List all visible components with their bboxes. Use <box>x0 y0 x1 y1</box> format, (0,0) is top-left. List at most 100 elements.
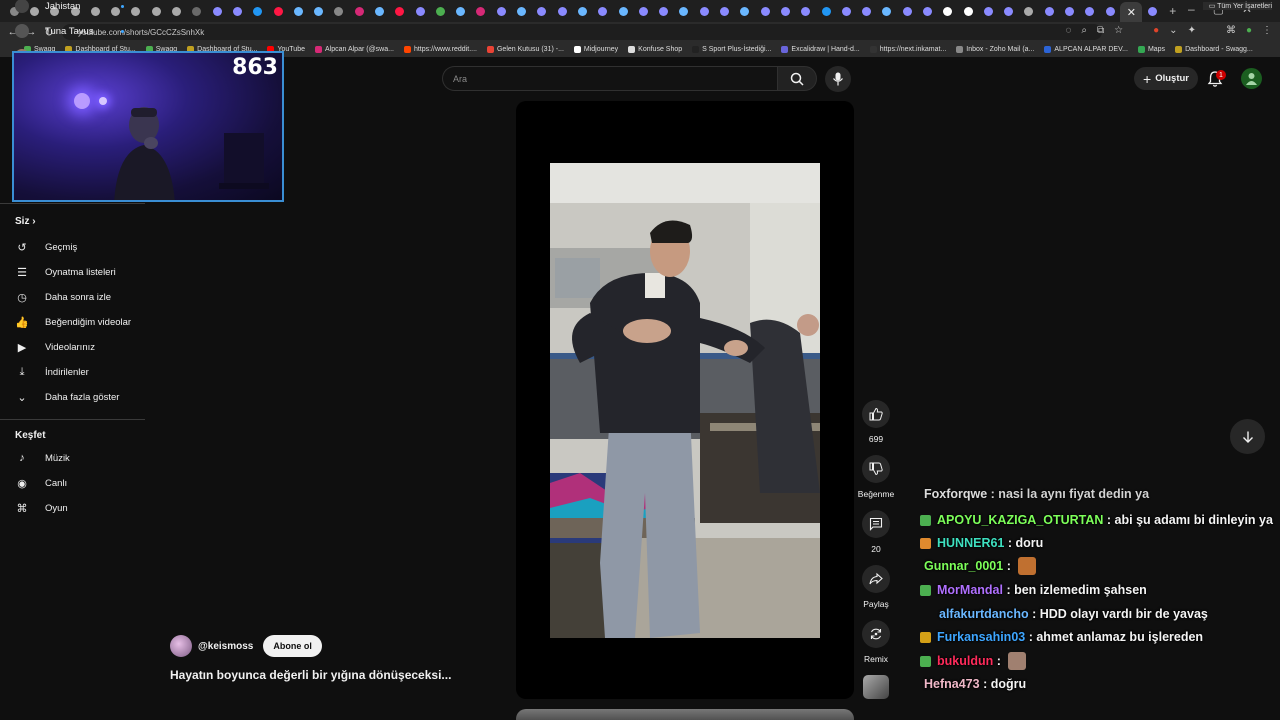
browser-tab[interactable] <box>897 2 917 20</box>
browser-tab[interactable] <box>187 2 207 20</box>
browser-tab[interactable] <box>288 2 308 20</box>
sidebar-subscription-item[interactable]: Tuna Tavus <box>0 20 145 42</box>
browser-tab[interactable] <box>796 2 816 20</box>
dislike-action[interactable]: Beğenme <box>857 455 895 499</box>
browser-tab[interactable] <box>877 2 897 20</box>
browser-tab[interactable] <box>816 2 836 20</box>
browser-tab[interactable] <box>471 2 491 20</box>
create-button[interactable]: + Oluştur <box>1134 67 1198 90</box>
bookmark-item[interactable]: Midjourney <box>573 46 618 53</box>
sidebar-explore-item[interactable]: ◉ Canlı <box>0 472 145 494</box>
search-input[interactable]: Ara <box>442 66 778 91</box>
browser-tab[interactable] <box>369 2 389 20</box>
all-bookmarks[interactable]: ▭ Tüm Yer İşaretleri <box>1202 2 1272 10</box>
browser-tab[interactable] <box>430 2 450 20</box>
browser-tab[interactable] <box>978 2 998 20</box>
bookmark-item[interactable]: https://www.reddit.... <box>403 46 477 53</box>
browser-tab[interactable] <box>836 2 856 20</box>
browser-tab[interactable] <box>451 2 471 20</box>
browser-tab[interactable] <box>248 2 268 20</box>
bookmark-item[interactable]: https://next.inkamat... <box>869 46 946 53</box>
bookmark-item[interactable]: ALPCAN ALPAR DEV... <box>1044 46 1128 53</box>
browser-tab[interactable] <box>268 2 288 20</box>
search-button[interactable] <box>777 66 817 91</box>
remix-button[interactable] <box>862 620 890 648</box>
shorts-player[interactable] <box>516 101 854 699</box>
zoom-icon[interactable]: ⌕ <box>1081 25 1087 36</box>
bookmark-item[interactable]: Maps <box>1137 46 1165 53</box>
browser-tab[interactable] <box>1059 2 1079 20</box>
browser-tab[interactable] <box>755 2 775 20</box>
bookmark-item[interactable]: Konfuse Shop <box>628 46 682 53</box>
account-avatar[interactable] <box>1241 68 1262 89</box>
browser-tab[interactable] <box>1142 2 1162 20</box>
new-tab-icon[interactable]: + <box>1163 2 1183 20</box>
browser-tab[interactable] <box>410 2 430 20</box>
browser-tab[interactable] <box>552 2 572 20</box>
minimize-icon[interactable]: – <box>1188 2 1195 16</box>
profile-icon[interactable]: ● <box>1246 25 1252 36</box>
browser-tab[interactable] <box>917 2 937 20</box>
sidebar-you-item[interactable]: ▶ Videolarınız <box>0 336 145 358</box>
browser-tab[interactable] <box>654 2 674 20</box>
remix-action[interactable]: Remix <box>857 620 895 664</box>
bookmark-star-icon[interactable]: ☆ <box>1114 25 1123 36</box>
sidebar-you-item[interactable]: ⤓ İndirilenler <box>0 361 145 383</box>
eye-off-icon[interactable]: ◌ <box>1065 25 1071 36</box>
address-bar[interactable]: youtube.com/shorts/GCcCZsSnhXk <box>62 24 1102 40</box>
sidebar-subscription-item[interactable]: Jahistan <box>0 0 145 17</box>
browser-tab[interactable] <box>1100 2 1120 20</box>
browser-tab[interactable] <box>146 2 166 20</box>
like-button[interactable] <box>862 400 890 428</box>
sidebar-you-item[interactable]: ↺ Geçmiş <box>0 236 145 258</box>
browser-tab[interactable] <box>694 2 714 20</box>
next-short-preview[interactable] <box>516 709 854 720</box>
browser-tab[interactable] <box>714 2 734 20</box>
audio-source-thumbnail[interactable] <box>863 675 889 699</box>
close-tab-icon[interactable]: ✕ <box>1127 6 1136 19</box>
browser-tab[interactable] <box>999 2 1019 20</box>
bookmark-item[interactable]: Inbox - Zoho Mail (a... <box>956 46 1034 53</box>
bookmark-item[interactable]: Gelen Kutusu (31) -... <box>486 46 564 53</box>
browser-tab[interactable] <box>532 2 552 20</box>
bookmark-item[interactable]: S Sport Plus-İstediği... <box>692 46 771 53</box>
like-action[interactable]: 699 <box>857 400 895 444</box>
browser-tab[interactable] <box>674 2 694 20</box>
browser-tab[interactable] <box>329 2 349 20</box>
browser-tab[interactable] <box>958 2 978 20</box>
browser-tab[interactable] <box>207 2 227 20</box>
sidebar-you-item[interactable]: ☰ Oynatma listeleri <box>0 261 145 283</box>
browser-tab[interactable] <box>491 2 511 20</box>
show-more-you[interactable]: ⌄ Daha fazla göster <box>0 386 145 408</box>
share-button[interactable] <box>862 565 890 593</box>
bookmark-item[interactable]: Alpcan Alpar (@swa... <box>314 46 394 53</box>
subscribe-button[interactable]: Abone ol <box>263 635 322 657</box>
you-section-heading[interactable]: Siz › <box>15 216 36 227</box>
sidebar-explore-item[interactable]: ♪ Müzik <box>0 447 145 469</box>
browser-menu-icon[interactable]: ⋮ <box>1262 25 1272 36</box>
active-tab[interactable]: ✕ <box>1120 2 1143 22</box>
dislike-button[interactable] <box>862 455 890 483</box>
browser-tab[interactable] <box>349 2 369 20</box>
browser-tab[interactable] <box>938 2 958 20</box>
sidebar-you-item[interactable]: ◷ Daha sonra izle <box>0 286 145 308</box>
install-icon[interactable]: ⧉ <box>1097 25 1104 36</box>
browser-tab[interactable] <box>593 2 613 20</box>
comments-button[interactable] <box>862 510 890 538</box>
browser-tab[interactable] <box>1039 2 1059 20</box>
sidebar-explore-item[interactable]: ⌘ Oyun <box>0 497 145 519</box>
browser-tab[interactable] <box>227 2 247 20</box>
browser-tab[interactable] <box>775 2 795 20</box>
browser-tab[interactable] <box>390 2 410 20</box>
browser-tab[interactable] <box>613 2 633 20</box>
extension-puzzle-icon[interactable]: ✦ <box>1188 25 1196 36</box>
browser-tab[interactable] <box>572 2 592 20</box>
share-action[interactable]: Paylaş <box>857 565 895 609</box>
browser-tab[interactable] <box>735 2 755 20</box>
profile-sync-icon[interactable]: ⌘ <box>1226 25 1236 36</box>
bookmark-item[interactable]: Excalidraw | Hand-d... <box>781 46 860 53</box>
browser-tab[interactable] <box>1019 2 1039 20</box>
browser-tab[interactable] <box>166 2 186 20</box>
browser-tab[interactable] <box>1080 2 1100 20</box>
sidebar-you-item[interactable]: 👍 Beğendiğim videolar <box>0 311 145 333</box>
